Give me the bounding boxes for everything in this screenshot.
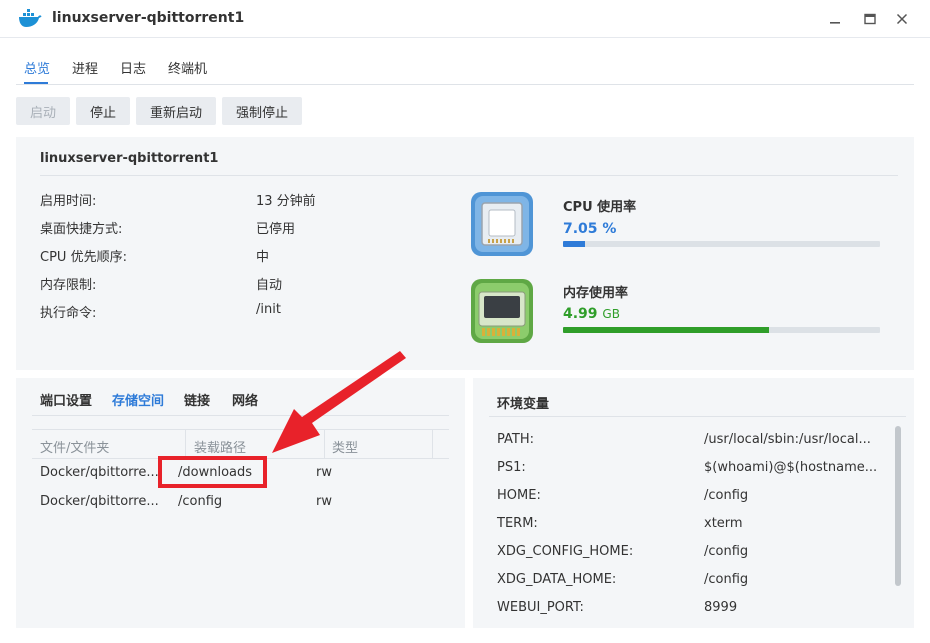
title-bar: linuxserver-qbittorrent1 — [0, 0, 930, 38]
cpu-usage-unit: % — [602, 221, 617, 237]
close-button[interactable] — [893, 10, 911, 28]
close-icon — [896, 13, 908, 25]
cpu-usage-bar-fill — [563, 241, 586, 247]
type-cell: rw — [316, 494, 332, 509]
memory-usage-bar-fill — [563, 327, 770, 333]
container-info-panel: linuxserver-qbittorrent1 启用时间: 13 分钟前 桌面… — [16, 137, 914, 370]
tab-processes[interactable]: 进程 — [72, 58, 98, 77]
column-header-mount-path[interactable]: 装载路径 — [194, 437, 246, 456]
column-divider — [432, 430, 433, 459]
environment-title: 环境变量 — [497, 397, 550, 412]
tab-links[interactable]: 链接 — [184, 390, 210, 409]
memory-usage-value: 4.99 GB — [563, 306, 620, 322]
memory-usage-bar — [563, 327, 880, 333]
memory-usage-label: 内存使用率 — [563, 286, 629, 301]
cpu-chip-icon — [471, 192, 533, 256]
environment-panel: 环境变量 PATH: /usr/local/sbin:/usr/local...… — [473, 378, 914, 628]
folder-cell: Docker/qbittorre... — [40, 465, 159, 480]
command-label: 执行命令: — [40, 306, 97, 321]
env-name: PS1: — [497, 460, 526, 475]
minimize-icon — [830, 22, 840, 24]
divider — [40, 175, 898, 176]
stop-button[interactable]: 停止 — [76, 97, 130, 125]
main-tabs: 总览 进程 日志 终端机 — [16, 44, 914, 85]
memory-limit-label: 内存限制: — [40, 278, 97, 293]
minimize-button[interactable] — [826, 10, 844, 28]
env-name: XDG_CONFIG_HOME: — [497, 544, 634, 559]
memory-module-icon — [471, 279, 533, 343]
env-value: /config — [704, 544, 749, 559]
env-name: HOME: — [497, 488, 541, 503]
command-value: /init — [256, 302, 281, 317]
cpu-usage-bar — [563, 241, 880, 247]
folder-cell: Docker/qbittorre... — [40, 494, 159, 509]
force-stop-button[interactable]: 强制停止 — [222, 97, 302, 125]
env-value: /config — [704, 488, 749, 503]
env-value: 8999 — [704, 600, 738, 615]
annotation-highlight-box — [158, 456, 267, 488]
env-name: TERM: — [497, 516, 538, 531]
tab-overview[interactable]: 总览 — [24, 58, 50, 77]
memory-limit-value: 自动 — [256, 278, 283, 293]
container-name: linuxserver-qbittorrent1 — [40, 151, 219, 166]
maximize-button[interactable] — [861, 10, 879, 28]
maximize-icon — [864, 13, 876, 25]
env-value: $(whoami)@$(hostname... — [704, 460, 878, 475]
start-button[interactable]: 启动 — [16, 97, 70, 125]
divider — [489, 416, 906, 417]
env-value: xterm — [704, 516, 743, 531]
env-value: /usr/local/sbin:/usr/local... — [704, 432, 871, 447]
column-divider — [185, 430, 186, 459]
restart-button[interactable]: 重新启动 — [136, 97, 216, 125]
memory-usage-unit: GB — [602, 307, 620, 321]
vertical-scrollbar[interactable] — [895, 426, 901, 586]
cpu-usage-value: 7.05 % — [563, 221, 616, 237]
cpu-priority-value: 中 — [256, 250, 270, 265]
env-value: /config — [704, 572, 749, 587]
type-cell: rw — [316, 465, 332, 480]
env-name: WEBUI_PORT: — [497, 600, 584, 615]
shortcut-value: 已停用 — [256, 222, 296, 237]
cpu-usage-number: 7.05 — [563, 221, 598, 237]
tab-network[interactable]: 网络 — [232, 390, 258, 409]
env-name: XDG_DATA_HOME: — [497, 572, 617, 587]
mount-path-cell: /config — [178, 494, 223, 509]
window-title: linuxserver-qbittorrent1 — [52, 10, 245, 26]
tab-port-settings[interactable]: 端口设置 — [40, 390, 92, 409]
active-tab-indicator — [24, 82, 48, 84]
shortcut-label: 桌面快捷方式: — [40, 222, 123, 237]
docker-whale-icon — [19, 9, 42, 27]
tab-storage[interactable]: 存储空间 — [112, 390, 164, 409]
cpu-priority-label: CPU 优先顺序: — [40, 250, 127, 265]
uptime-label: 启用时间: — [40, 194, 97, 209]
tab-terminal[interactable]: 终端机 — [168, 58, 207, 77]
tab-logs[interactable]: 日志 — [120, 58, 146, 77]
cpu-usage-label: CPU 使用率 — [563, 200, 637, 215]
annotation-arrow-icon — [272, 351, 406, 453]
uptime-value: 13 分钟前 — [256, 194, 316, 209]
env-name: PATH: — [497, 432, 534, 447]
column-header-folder[interactable]: 文件/文件夹 — [40, 437, 109, 456]
memory-usage-number: 4.99 — [563, 306, 598, 322]
